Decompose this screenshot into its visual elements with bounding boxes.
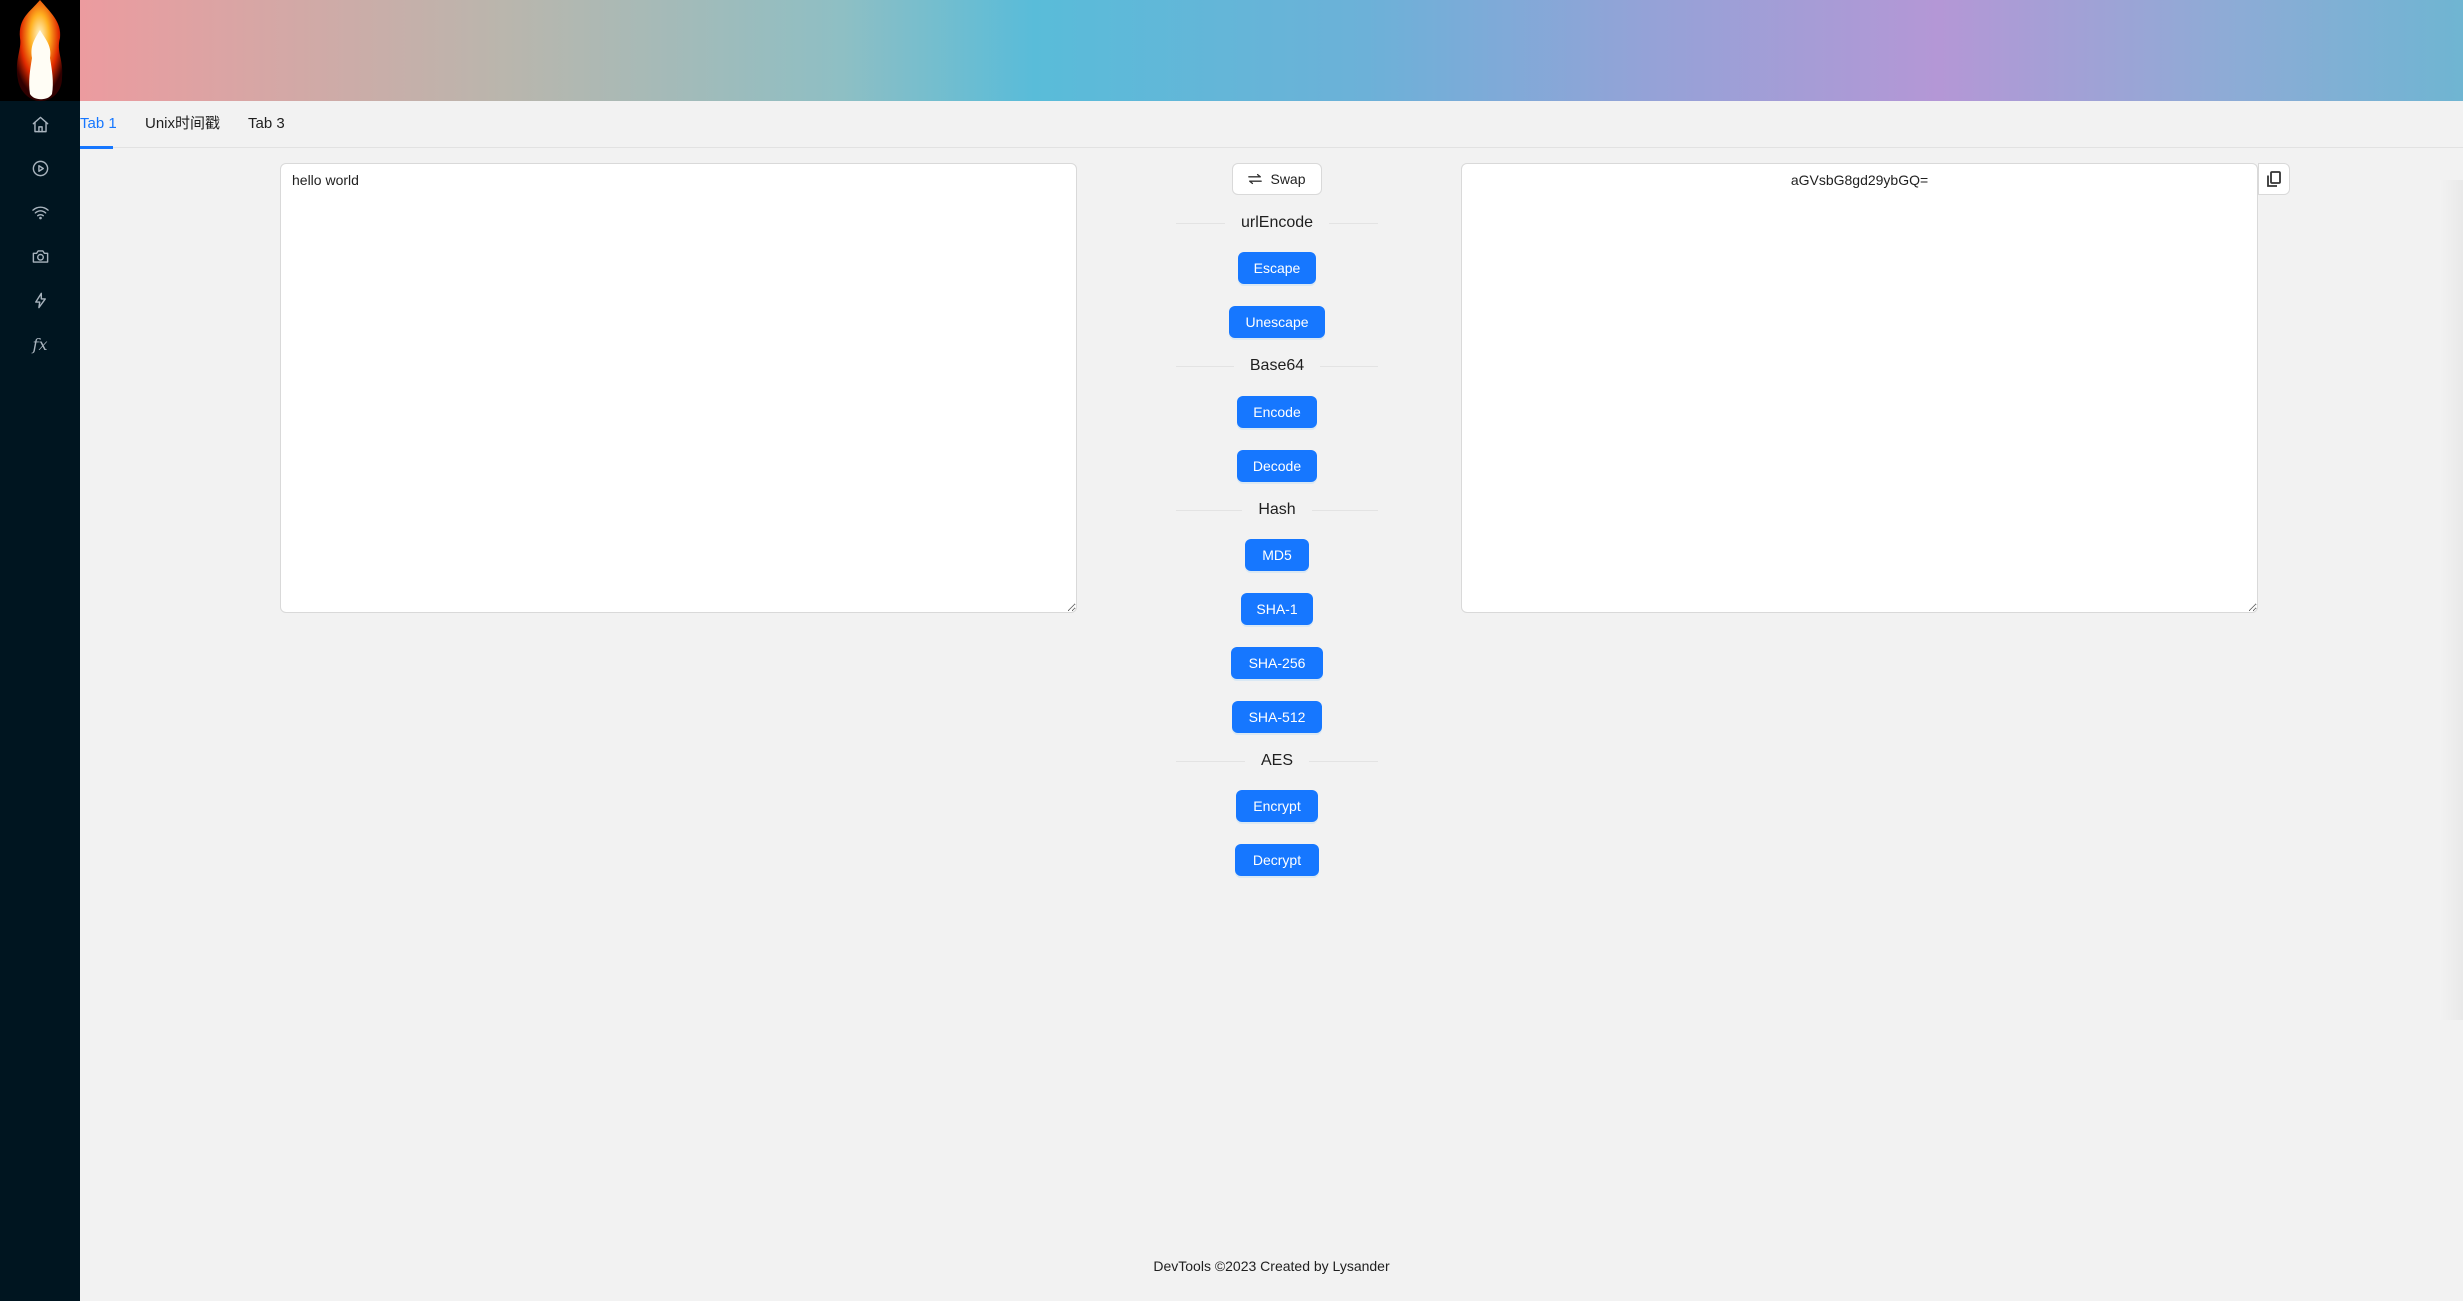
thunderbolt-icon <box>34 292 46 308</box>
sidebar-item-play[interactable] <box>0 146 80 190</box>
section-hash-title: Hash <box>1258 501 1296 518</box>
wifi-icon <box>31 205 49 219</box>
header-banner <box>80 0 2463 101</box>
footer: DevTools ©2023 Created by Lysander <box>1153 1258 1390 1274</box>
tab-1-label: Tab 1 <box>80 115 117 132</box>
swap-button-label: Swap <box>1270 171 1306 187</box>
output-textarea[interactable]: aGVsbG8gd29ybGQ= <box>1461 163 2258 613</box>
sidebar-item-wifi[interactable] <box>0 190 80 234</box>
input-textarea[interactable]: hello world <box>280 163 1077 613</box>
swap-icon <box>1248 173 1263 185</box>
encrypt-button[interactable]: Encrypt <box>1236 790 1318 822</box>
section-urlencode: urlEncode <box>1176 211 1378 235</box>
sidebar: fx <box>0 0 80 1301</box>
section-base64: Base64 <box>1176 354 1378 378</box>
section-urlencode-title: urlEncode <box>1240 214 1314 231</box>
section-hash: Hash <box>1176 498 1378 522</box>
logo <box>0 0 80 101</box>
tab-bar: Tab 1 Unix时间戳 Tab 3 <box>80 101 2463 149</box>
md5-button[interactable]: MD5 <box>1245 539 1309 571</box>
copy-button[interactable] <box>2258 163 2290 195</box>
play-circle-icon <box>32 160 48 176</box>
tab-3[interactable]: Tab 3 <box>248 101 285 148</box>
unescape-button[interactable]: Unescape <box>1229 306 1325 338</box>
sidebar-item-camera[interactable] <box>0 234 80 278</box>
camera-icon <box>32 249 48 263</box>
tab-unix-timestamp[interactable]: Unix时间戳 <box>145 101 220 148</box>
section-base64-title: Base64 <box>1249 357 1305 374</box>
sha1-button[interactable]: SHA-1 <box>1241 593 1313 625</box>
tab-3-label: Tab 3 <box>248 115 285 132</box>
sidebar-item-home[interactable] <box>0 102 80 146</box>
encode-button[interactable]: Encode <box>1237 396 1317 428</box>
decode-button[interactable]: Decode <box>1237 450 1317 482</box>
sha256-button[interactable]: SHA-256 <box>1231 647 1323 679</box>
decrypt-button[interactable]: Decrypt <box>1235 844 1319 876</box>
section-aes: AES <box>1176 749 1378 773</box>
tab-1[interactable]: Tab 1 <box>80 101 117 149</box>
sidebar-item-function[interactable]: fx <box>0 322 80 366</box>
copy-icon <box>2267 171 2281 187</box>
tab-unix-timestamp-label: Unix时间戳 <box>145 115 221 132</box>
function-icon: fx <box>32 334 48 354</box>
section-aes-title: AES <box>1261 752 1294 769</box>
sidebar-item-thunderbolt[interactable] <box>0 278 80 322</box>
escape-button[interactable]: Escape <box>1238 252 1316 284</box>
swap-button[interactable]: Swap <box>1232 163 1322 195</box>
home-icon <box>32 116 48 132</box>
page-edge-shadow <box>2439 180 2463 1020</box>
sha512-button[interactable]: SHA-512 <box>1232 701 1322 733</box>
tab-active-indicator <box>80 146 113 149</box>
